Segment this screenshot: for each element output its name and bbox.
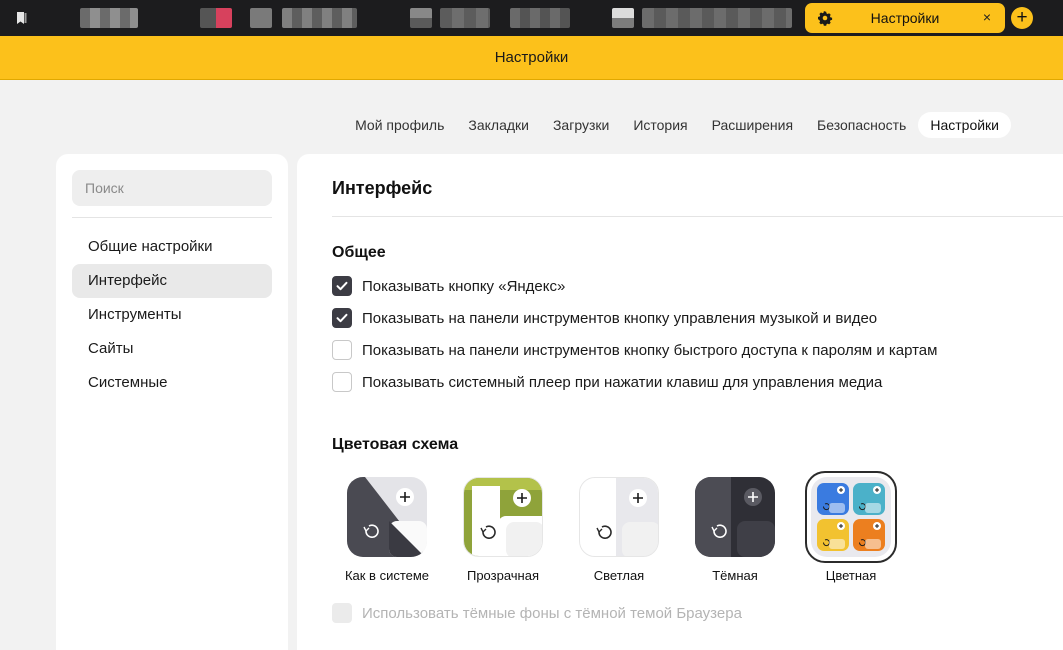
- close-tab-icon[interactable]: ×: [979, 9, 995, 25]
- tab-my-profile[interactable]: Мой профиль: [343, 112, 456, 138]
- checkbox-unchecked[interactable]: [332, 372, 352, 392]
- browser-tab-strip: Настройки × +: [0, 0, 1063, 36]
- section-title-color-scheme: Цветовая схема: [332, 436, 459, 453]
- theme-light-preview: [579, 477, 659, 557]
- sidebar-menu: Общие настройки Интерфейс Инструменты Са…: [72, 230, 272, 400]
- active-tab-title: Настройки: [870, 10, 940, 26]
- blurred-tab[interactable]: [440, 8, 490, 28]
- active-tab-settings[interactable]: Настройки ×: [805, 3, 1005, 33]
- option-label: Показывать системный плеер при нажатии к…: [362, 373, 883, 391]
- tab-settings[interactable]: Настройки: [918, 112, 1011, 138]
- option-label: Показывать кнопку «Яндекс»: [362, 277, 566, 295]
- sidebar-item-interface[interactable]: Интерфейс: [72, 264, 272, 298]
- option-show-media-button[interactable]: Показывать на панели инструментов кнопку…: [332, 307, 877, 329]
- settings-nav-tabs: Мой профиль Закладки Загрузки История Ра…: [343, 112, 1011, 138]
- tab-downloads[interactable]: Загрузки: [541, 112, 621, 138]
- option-system-player[interactable]: Показывать системный плеер при нажатии к…: [332, 371, 882, 393]
- tab-security[interactable]: Безопасность: [805, 112, 918, 138]
- settings-main-panel: Интерфейс Общее Показывать кнопку «Яндек…: [297, 154, 1063, 650]
- theme-dark-preview: [695, 477, 775, 557]
- option-label: Показывать на панели инструментов кнопку…: [362, 341, 938, 359]
- blurred-tab[interactable]: [200, 8, 232, 28]
- checkbox-checked[interactable]: [332, 308, 352, 328]
- theme-system-preview: [347, 477, 427, 557]
- sidebar-item-tools[interactable]: Инструменты: [72, 298, 272, 332]
- search-input[interactable]: [72, 170, 272, 206]
- divider: [332, 216, 1063, 217]
- theme-label: Прозрачная: [466, 568, 539, 583]
- checkbox-unchecked[interactable]: [332, 340, 352, 360]
- theme-transparent-preview: [463, 477, 543, 557]
- section-title-general: Общее: [332, 244, 386, 261]
- sidebar-item-general[interactable]: Общие настройки: [72, 230, 272, 264]
- option-label: Показывать на панели инструментов кнопку…: [362, 309, 878, 327]
- tab-bookmarks[interactable]: Закладки: [456, 112, 541, 138]
- checkbox-disabled: [332, 603, 352, 623]
- tab-extensions[interactable]: Расширения: [700, 112, 805, 138]
- divider: [72, 217, 272, 218]
- blurred-tab[interactable]: [282, 8, 357, 28]
- bookmarks-icon[interactable]: [14, 10, 30, 26]
- blurred-tab[interactable]: [250, 8, 272, 28]
- option-dark-backgrounds: Использовать тёмные фоны с тёмной темой …: [332, 602, 742, 624]
- theme-colored-preview: [811, 477, 891, 557]
- theme-label: Тёмная: [712, 568, 758, 583]
- header-title: Настройки: [494, 49, 569, 66]
- blurred-tab[interactable]: [510, 8, 570, 28]
- checkbox-checked[interactable]: [332, 276, 352, 296]
- sidebar-item-system[interactable]: Системные: [72, 366, 272, 400]
- blurred-tab[interactable]: [612, 8, 634, 28]
- theme-label: Как в системе: [344, 568, 430, 583]
- theme-label: Цветная: [825, 568, 877, 583]
- blurred-tab[interactable]: [410, 8, 432, 28]
- tab-history[interactable]: История: [621, 112, 699, 138]
- option-show-passwords-button[interactable]: Показывать на панели инструментов кнопку…: [332, 339, 937, 361]
- sidebar-item-sites[interactable]: Сайты: [72, 332, 272, 366]
- new-tab-button[interactable]: +: [1011, 7, 1033, 29]
- theme-label: Светлая: [593, 568, 645, 583]
- blurred-tab[interactable]: [642, 8, 792, 28]
- page-title: Интерфейс: [332, 178, 433, 198]
- blurred-tab[interactable]: [80, 8, 138, 28]
- option-show-yandex-button[interactable]: Показывать кнопку «Яндекс»: [332, 275, 565, 297]
- settings-sidebar: Общие настройки Интерфейс Инструменты Са…: [56, 154, 288, 650]
- settings-header: Настройки: [0, 36, 1063, 80]
- option-label: Использовать тёмные фоны с тёмной темой …: [362, 604, 742, 622]
